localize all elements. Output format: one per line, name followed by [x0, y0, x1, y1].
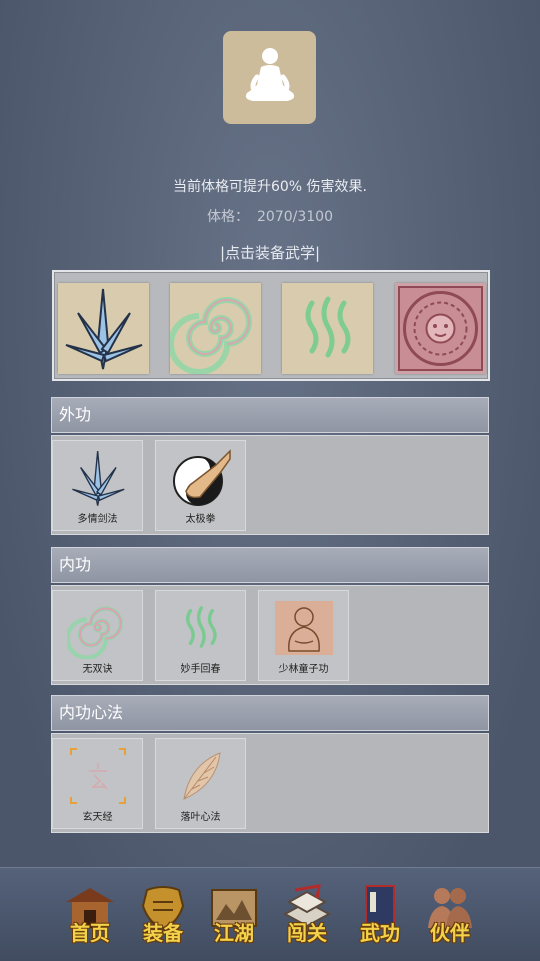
nav-challenge[interactable]: 闯关 [275, 884, 339, 948]
blue-sword-icon [65, 288, 143, 370]
nav-label: 武功 [360, 921, 400, 945]
meditating-figure-icon [245, 47, 294, 101]
taiji-fist-icon [172, 449, 231, 506]
nav-home[interactable]: 首页 [58, 884, 122, 948]
skill-label: 玄天经 [82, 812, 113, 823]
nav-label: 伙伴 [430, 921, 470, 945]
leaf-icon [182, 752, 221, 800]
nav-label: 装备 [143, 921, 183, 945]
monk-icon [274, 601, 333, 655]
xuan-rune-icon [69, 748, 126, 804]
skill-card-miaoshou[interactable]: 妙手回春 [155, 590, 246, 681]
equipped-slot-3[interactable] [282, 283, 373, 374]
stat-label: 体格： [207, 209, 249, 225]
section-body-neigong: 无双诀 妙手回春 少林童子功 [51, 585, 489, 685]
green-qi-icon [185, 606, 217, 648]
nav-label: 闯关 [287, 921, 327, 945]
skill-card-taiji-fist[interactable]: 太极拳 [155, 440, 246, 531]
skill-card-wushuang[interactable]: 无双诀 [52, 590, 143, 681]
meditation-avatar [223, 31, 316, 124]
equipped-skill-slots [52, 270, 490, 381]
mandala-icon [398, 286, 483, 371]
nav-martial-arts[interactable]: 武功 [348, 884, 412, 948]
skill-label: 太极拳 [185, 514, 216, 525]
stat-value: 2070/3100 [257, 209, 333, 225]
equipped-slot-2[interactable] [168, 283, 261, 375]
nav-label: 首页 [70, 921, 110, 945]
section-header-neigong: 内功 [51, 547, 489, 583]
spiral-icon [168, 297, 252, 375]
equipped-slot-4[interactable] [395, 283, 486, 374]
equip-skill-link[interactable]: |点击装备武学| [0, 242, 540, 263]
section-body-waigong: 多情剑法 太极拳 [51, 435, 489, 535]
blue-sword-icon [71, 451, 125, 506]
green-qi-icon [305, 296, 351, 358]
section-body-xinfa: 玄天经 落叶心法 [51, 733, 489, 833]
section-header-xinfa: 内功心法 [51, 695, 489, 731]
skill-card-shaolin[interactable]: 少林童子功 [258, 590, 349, 681]
damage-bonus-description: 当前体格可提升60% 伤害效果. [172, 179, 368, 195]
skill-label: 无双诀 [82, 664, 113, 675]
skill-label: 落叶心法 [180, 812, 221, 823]
bottom-nav-bar: 首页 装备 江湖 闯关 武功 伙伴 [0, 867, 540, 961]
skill-card-luoye[interactable]: 落叶心法 [155, 738, 246, 829]
skill-card-xuantian[interactable]: 玄天经 [52, 738, 143, 829]
skill-label: 多情剑法 [77, 514, 118, 525]
skill-card-duoqing-sword[interactable]: 多情剑法 [52, 440, 143, 531]
equipped-slot-1[interactable] [58, 283, 149, 374]
nav-equipment[interactable]: 装备 [131, 884, 195, 948]
nav-jianghu[interactable]: 江湖 [202, 884, 266, 948]
skill-label: 妙手回春 [180, 664, 221, 675]
section-header-waigong: 外功 [51, 397, 489, 433]
constitution-stat: 体格： 2070/3100 [0, 206, 540, 226]
skill-label: 少林童子功 [278, 664, 329, 675]
nav-partners[interactable]: 伙伴 [418, 884, 482, 948]
spiral-icon [66, 606, 123, 659]
nav-label: 江湖 [214, 921, 254, 945]
